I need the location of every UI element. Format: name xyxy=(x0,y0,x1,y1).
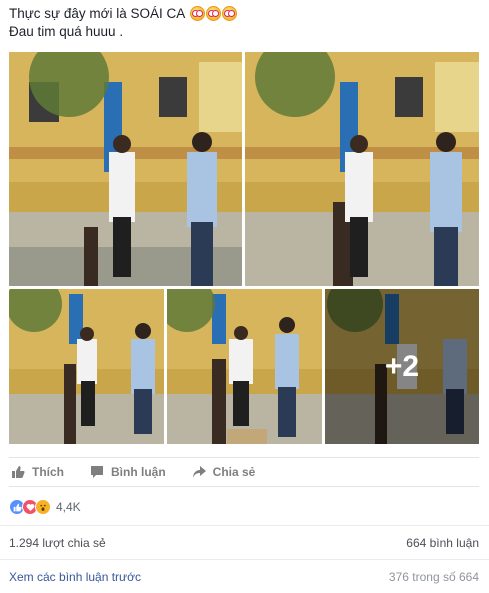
share-count[interactable]: 1.294 lượt chia sẻ xyxy=(9,536,106,550)
emoji-group xyxy=(190,6,238,21)
view-previous-comments-link[interactable]: Xem các bình luận trước xyxy=(9,570,141,584)
post-actions-bar: Thích Bình luận Chia sẻ xyxy=(9,457,479,487)
share-icon xyxy=(192,466,206,478)
like-button[interactable]: Thích xyxy=(11,465,64,479)
divider xyxy=(0,525,489,526)
post-line-1: Thực sự đây mới là SOÁI CA xyxy=(9,5,479,23)
share-button[interactable]: Chia sẻ xyxy=(192,465,256,479)
thumbs-up-icon xyxy=(12,466,25,478)
like-label: Thích xyxy=(32,465,64,479)
post-line-1-text: Thực sự đây mới là SOÁI CA xyxy=(9,6,185,21)
comment-label: Bình luận xyxy=(111,465,166,479)
post-message: Thực sự đây mới là SOÁI CA Đau tim quá h… xyxy=(9,5,479,41)
comment-icon xyxy=(91,466,103,478)
photo-3[interactable] xyxy=(9,289,164,444)
post-line-2: Đau tim quá huuu . xyxy=(9,24,124,39)
photo-2[interactable] xyxy=(245,52,479,286)
more-photos-overlay[interactable]: +2 xyxy=(325,289,479,444)
post-stats: 1.294 lượt chia sẻ 664 bình luận xyxy=(9,536,479,550)
wow-icon xyxy=(35,499,51,515)
reaction-count: 4,4K xyxy=(56,500,81,514)
divider xyxy=(0,559,489,560)
heart-eyes-emoji-icon xyxy=(206,6,222,21)
reactions-summary[interactable]: 4,4K xyxy=(9,497,81,517)
photo-4[interactable] xyxy=(167,289,322,444)
heart-eyes-emoji-icon xyxy=(190,6,206,21)
comment-button[interactable]: Bình luận xyxy=(90,465,166,479)
comments-progress: 376 trong số 664 xyxy=(388,570,479,584)
photo-1[interactable] xyxy=(9,52,242,286)
photo-grid: +2 xyxy=(9,52,479,444)
share-label: Chia sẻ xyxy=(212,465,256,479)
heart-eyes-emoji-icon xyxy=(222,6,238,21)
comments-pager: Xem các bình luận trước 376 trong số 664 xyxy=(9,570,479,584)
photo-5[interactable]: +2 xyxy=(325,289,479,444)
comment-count[interactable]: 664 bình luận xyxy=(406,536,479,550)
